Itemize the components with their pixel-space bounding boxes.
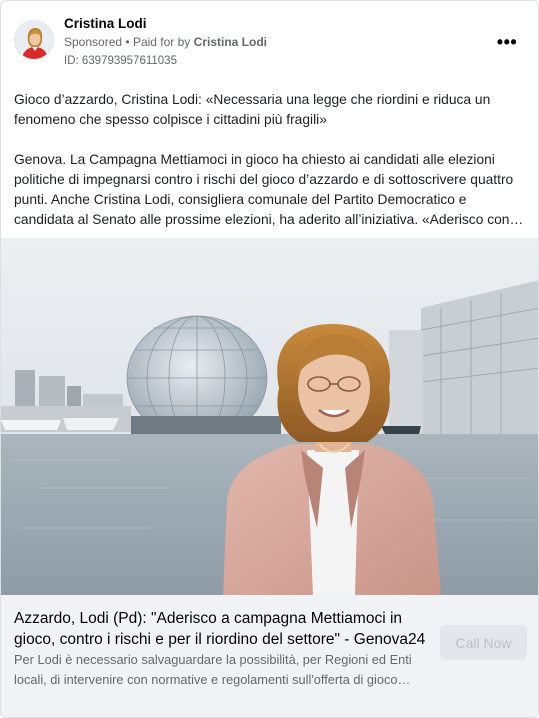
- call-now-button[interactable]: Call Now: [440, 625, 527, 660]
- link-description: Per Lodi è necessario salvaguardare la p…: [14, 652, 412, 687]
- post-headline: Gioco d’azzardo, Cristina Lodi: «Necessa…: [14, 92, 491, 127]
- avatar-photo: [15, 21, 53, 59]
- link-title[interactable]: Azzardo, Lodi (Pd): "Aderisco a campagna…: [14, 608, 429, 650]
- link-preview[interactable]: Azzardo, Lodi (Pd): "Aderisco a campagna…: [1, 595, 538, 717]
- sponsored-label: Sponsored: [64, 35, 123, 49]
- paid-for-by: Cristina Lodi: [193, 35, 267, 49]
- post-text: Gioco d’azzardo, Cristina Lodi: «Necessa…: [14, 90, 528, 230]
- post-body: Genova. La Campagna Mettiamoci in gioco …: [14, 152, 514, 227]
- sponsored-line: Sponsored • Paid for by Cristina Lodi: [64, 35, 267, 49]
- ad-image[interactable]: [1, 238, 538, 595]
- advertiser-name[interactable]: Cristina Lodi: [64, 16, 147, 31]
- ad-header: Cristina Lodi Sponsored • Paid for by Cr…: [1, 1, 538, 81]
- ad-card: Cristina Lodi Sponsored • Paid for by Cr…: [0, 0, 539, 718]
- meta-separator: •: [125, 35, 130, 49]
- more-options-button[interactable]: •••: [489, 29, 525, 55]
- avatar[interactable]: [14, 20, 54, 60]
- paid-for-prefix: Paid for by: [132, 35, 191, 49]
- ad-photo: [1, 238, 538, 595]
- ad-id: ID: 639793957611035: [64, 55, 177, 67]
- more-horizontal-icon: •••: [496, 32, 518, 52]
